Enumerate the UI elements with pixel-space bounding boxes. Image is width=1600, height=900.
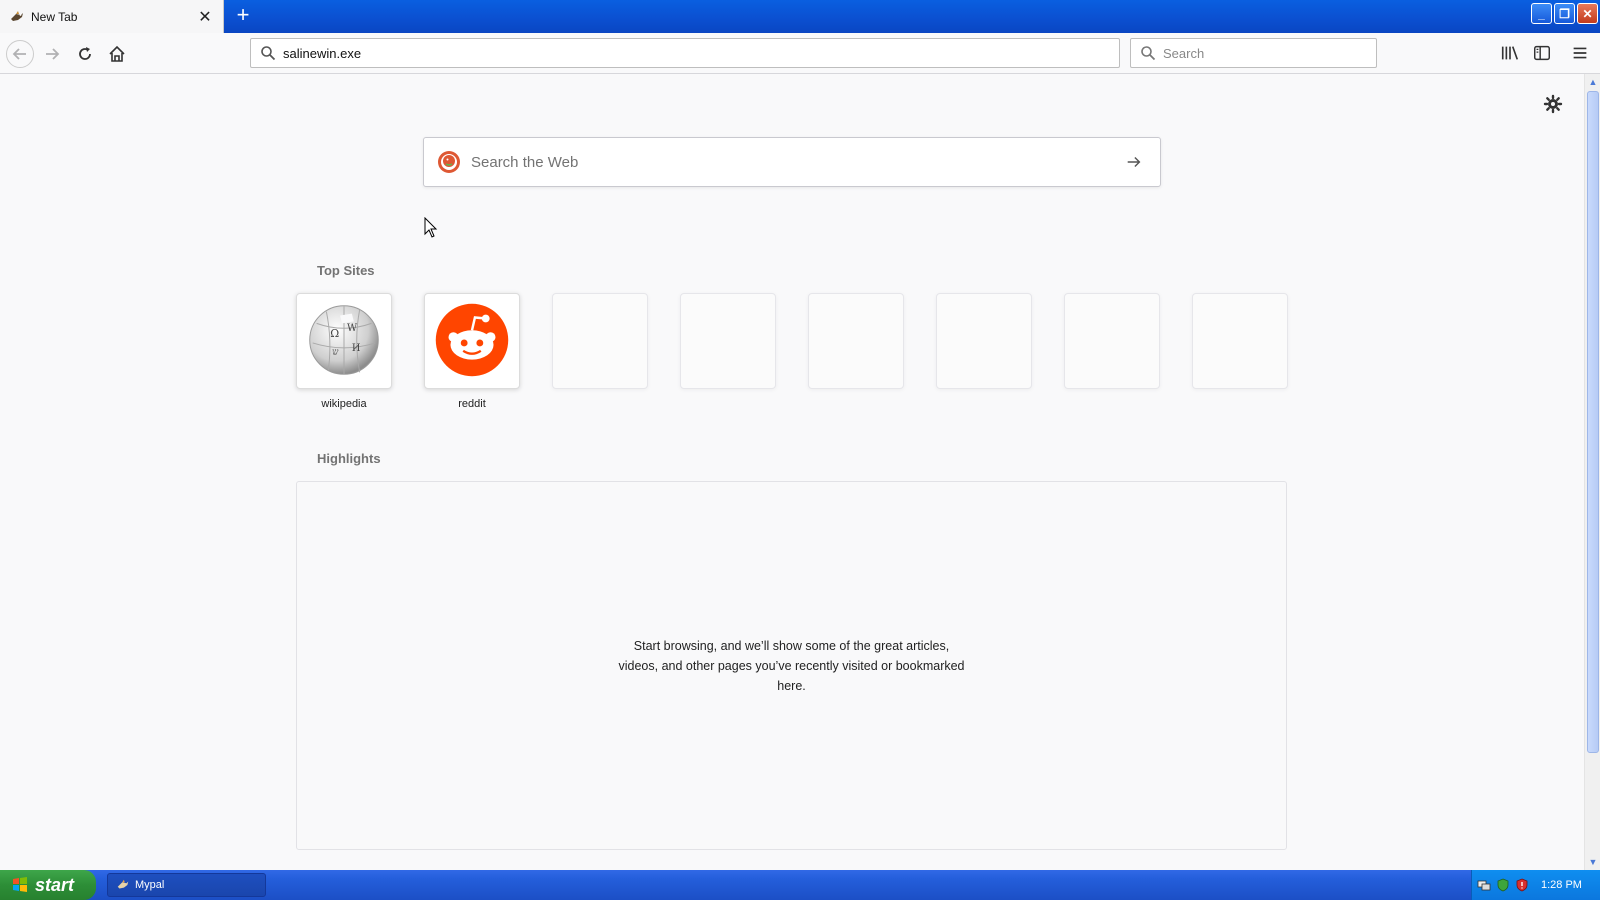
search-go-button[interactable] xyxy=(1122,150,1146,174)
back-arrow-icon xyxy=(12,48,26,60)
title-bar: New Tab ✕ + _ ❐ ✕ xyxy=(0,0,1600,33)
url-input[interactable] xyxy=(283,45,1119,61)
toolbar-search-bar[interactable] xyxy=(1130,38,1377,68)
web-search-input[interactable] xyxy=(471,153,1122,171)
top-site-empty-tile xyxy=(1064,293,1160,389)
top-site-empty-tile xyxy=(1192,293,1288,389)
forward-button[interactable] xyxy=(38,40,66,68)
url-bar[interactable] xyxy=(250,38,1120,68)
wikipedia-globe-icon: Ω W И ש xyxy=(309,305,379,375)
top-site-tile-wikipedia[interactable]: Ω W И ש xyxy=(296,293,392,389)
security-shield-icon[interactable] xyxy=(1496,878,1510,892)
scrollbar-thumb[interactable] xyxy=(1587,91,1599,753)
system-tray: 1:28 PM xyxy=(1471,870,1600,900)
web-search-box[interactable] xyxy=(423,137,1161,187)
tab-title: New Tab xyxy=(31,9,78,24)
top-sites-title: Top Sites xyxy=(317,263,375,278)
svg-text:И: И xyxy=(352,343,361,354)
reddit-icon xyxy=(435,303,509,377)
bird-browser-icon xyxy=(117,879,129,889)
sidebar-icon xyxy=(1534,45,1550,61)
top-site-empty-tile xyxy=(680,293,776,389)
search-icon xyxy=(1141,46,1156,61)
new-tab-button[interactable]: + xyxy=(231,4,255,28)
hamburger-menu-icon xyxy=(1573,47,1587,59)
search-icon xyxy=(261,46,276,61)
library-icon xyxy=(1501,46,1519,60)
scroll-down-arrow-icon[interactable]: ▼ xyxy=(1585,854,1600,870)
sidebar-button[interactable] xyxy=(1531,42,1553,64)
toolbar-search-input[interactable] xyxy=(1163,45,1376,61)
alert-shield-icon[interactable] xyxy=(1515,878,1529,892)
nav-toolbar xyxy=(0,33,1600,74)
svg-text:ש: ש xyxy=(332,348,339,358)
bird-browser-icon xyxy=(11,10,23,21)
tab-new-tab[interactable]: New Tab ✕ xyxy=(0,0,224,33)
windows-logo-icon xyxy=(13,877,27,892)
clock[interactable]: 1:28 PM xyxy=(1541,879,1582,891)
start-button[interactable]: start xyxy=(0,870,96,900)
home-button[interactable] xyxy=(103,40,131,68)
window-close-button[interactable]: ✕ xyxy=(1577,3,1598,24)
vertical-scrollbar[interactable]: ▲ ▼ xyxy=(1584,74,1600,870)
restore-button[interactable]: ❐ xyxy=(1554,3,1575,24)
scroll-up-arrow-icon[interactable]: ▲ xyxy=(1585,74,1600,90)
top-site-empty-tile xyxy=(936,293,1032,389)
top-site-empty-tile xyxy=(552,293,648,389)
duckduckgo-icon xyxy=(438,151,460,173)
network-icon[interactable] xyxy=(1477,878,1491,892)
taskbar-item-mypal[interactable]: Mypal xyxy=(107,873,266,897)
start-label: start xyxy=(35,874,75,895)
svg-text:Ω: Ω xyxy=(330,327,339,340)
back-button[interactable] xyxy=(6,40,34,68)
taskbar: start Mypal 1:28 PM xyxy=(0,870,1600,900)
forward-arrow-icon xyxy=(46,48,60,60)
close-tab-icon[interactable]: ✕ xyxy=(195,7,215,27)
hamburger-menu-button[interactable] xyxy=(1569,42,1591,64)
svg-text:W: W xyxy=(347,323,358,334)
highlights-empty-message: Start browsing, and we’ll show some of t… xyxy=(618,638,965,693)
library-button[interactable] xyxy=(1499,42,1521,64)
mouse-cursor-icon xyxy=(424,217,438,238)
home-icon xyxy=(109,45,125,62)
gear-icon[interactable] xyxy=(1543,94,1563,114)
taskbar-item-label: Mypal xyxy=(135,879,165,891)
highlights-panel: Start browsing, and we’ll show some of t… xyxy=(296,481,1287,850)
minimize-button[interactable]: _ xyxy=(1531,3,1552,24)
new-tab-page: Top Sites Ω W И ש wikipedia xyxy=(0,74,1584,870)
reload-icon xyxy=(79,47,91,60)
top-site-tile-reddit[interactable] xyxy=(424,293,520,389)
reload-button[interactable] xyxy=(71,40,99,68)
top-site-label: reddit xyxy=(458,398,486,410)
top-site-label: wikipedia xyxy=(321,398,367,410)
arrow-right-icon xyxy=(1127,156,1141,168)
highlights-title: Highlights xyxy=(317,451,381,466)
top-site-empty-tile xyxy=(808,293,904,389)
